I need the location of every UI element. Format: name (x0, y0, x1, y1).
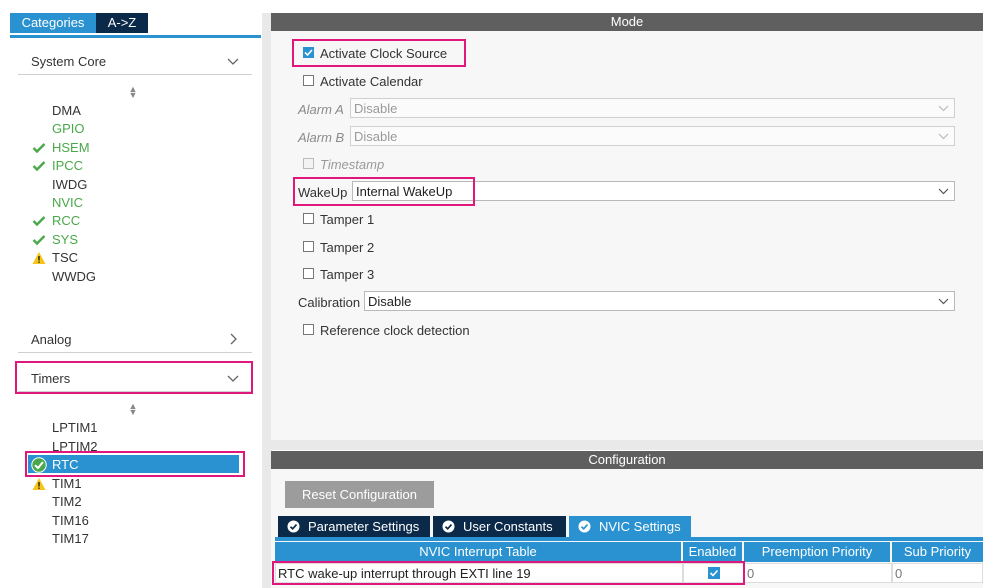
system-core-item-label: HSEM (52, 139, 90, 155)
calibration-label: Calibration (298, 295, 361, 310)
timers-item-label: LPTIM1 (52, 420, 98, 435)
chevron-down-icon (938, 133, 949, 140)
calibration-value: Disable (368, 294, 412, 309)
timers-item-label: LPTIM2 (52, 438, 98, 454)
check-icon (32, 216, 46, 227)
activate-calendar-label: Activate Calendar (320, 74, 423, 89)
tab-user-constants[interactable]: User Constants (433, 516, 566, 537)
timestamp-checkbox[interactable] (303, 158, 314, 169)
tamper-2-checkbox[interactable] (303, 241, 314, 252)
chevron-down-icon (227, 58, 239, 65)
wakeup-value: Internal WakeUp (356, 184, 453, 199)
tab-label: NVIC Settings (599, 519, 681, 534)
table-cell-preemption[interactable]: 0 (744, 563, 892, 583)
system-core-item-label: GPIO (52, 121, 85, 137)
category-analog[interactable]: Analog (18, 326, 252, 353)
chevron-down-icon (938, 105, 949, 112)
timestamp-label: Timestamp (320, 157, 385, 172)
chevron-down-icon (938, 188, 949, 195)
chevron-down-icon (227, 375, 239, 382)
calibration-select[interactable]: Disable (364, 291, 955, 311)
check-circle-icon (578, 520, 591, 533)
system-core-item-label: DMA (52, 103, 81, 118)
system-core-item-label: NVIC (52, 195, 84, 210)
wakeup-select[interactable]: Internal WakeUp (352, 181, 955, 201)
chevron-down-icon (938, 298, 949, 305)
activate-clock-source-checkbox[interactable] (303, 47, 314, 58)
check-icon (32, 234, 46, 245)
tamper-2-label: Tamper 2 (320, 240, 375, 255)
table-cell-enabled (683, 563, 744, 583)
alarm-b-value: Disable (354, 129, 398, 144)
sort-arrows-icon[interactable]: ▲ ▼ (128, 402, 138, 417)
reset-configuration-button[interactable]: Reset Configuration (285, 481, 434, 508)
reference-clock-checkbox[interactable] (303, 324, 314, 335)
activate-clock-source-label: Activate Clock Source (320, 46, 448, 61)
tab-label: User Constants (463, 519, 553, 534)
category-system-core[interactable]: System Core (18, 48, 252, 75)
alarm-b-select[interactable]: Disable (350, 126, 955, 146)
sort-arrows-icon[interactable]: ▲ ▼ (128, 85, 138, 100)
system-core-item-label: IWDG (52, 176, 88, 192)
tamper-3-label: Tamper 3 (320, 267, 375, 282)
tab-underline (10, 35, 261, 38)
check-circle-icon (287, 520, 300, 533)
mode-header: Mode (271, 13, 983, 31)
column-header-interrupt[interactable]: NVIC Interrupt Table (275, 542, 681, 562)
reference-clock-label: Reference clock detection (320, 323, 470, 338)
table-cell-sub-priority[interactable]: 0 (892, 563, 983, 583)
chevron-right-icon (230, 333, 237, 345)
tab-label: Parameter Settings (308, 519, 420, 534)
tamper-3-checkbox[interactable] (303, 268, 314, 279)
warning-icon (32, 477, 46, 490)
tab-nvic-settings[interactable]: NVIC Settings (569, 516, 691, 537)
timers-item-label: RTC (52, 457, 79, 472)
tamper-1-label: Tamper 1 (320, 212, 375, 227)
category-label: System Core (31, 54, 107, 69)
column-header-preemption[interactable]: Preemption Priority (744, 542, 890, 562)
timers-item-label: TIM17 (52, 531, 89, 546)
timers-item-label: TIM16 (52, 512, 89, 528)
system-core-item-label: IPCC (52, 158, 84, 174)
alarm-a-select[interactable]: Disable (350, 98, 955, 118)
category-timers[interactable]: Timers (18, 365, 252, 392)
alarm-a-label: Alarm A (298, 102, 344, 117)
system-core-item-label: TSC (52, 250, 78, 266)
wakeup-label: WakeUp (298, 185, 348, 200)
system-core-item-label: WWDG (52, 268, 97, 284)
system-core-item-label: RCC (52, 213, 81, 229)
alarm-b-label: Alarm B (298, 130, 345, 145)
check-circle-icon (31, 457, 47, 473)
tab-categories[interactable]: Categories (10, 13, 96, 33)
check-icon (32, 161, 46, 172)
system-core-item-label: SYS (52, 231, 79, 247)
tab-underline (275, 537, 983, 541)
alarm-a-value: Disable (354, 101, 398, 116)
tamper-1-checkbox[interactable] (303, 213, 314, 224)
check-icon (32, 142, 46, 153)
timers-item-label: TIM2 (52, 494, 82, 509)
activate-calendar-checkbox[interactable] (303, 75, 314, 86)
table-cell-interrupt: RTC wake-up interrupt through EXTI line … (275, 563, 683, 583)
check-circle-icon (442, 520, 455, 533)
tab-parameter-settings[interactable]: Parameter Settings (278, 516, 430, 537)
configuration-header: Configuration (271, 451, 983, 469)
column-header-enabled[interactable]: Enabled (683, 542, 742, 562)
timers-item-label: TIM1 (52, 475, 82, 491)
category-label: Timers (31, 371, 71, 386)
warning-icon (32, 252, 46, 265)
enabled-checkbox[interactable] (708, 567, 720, 579)
column-header-sub-priority[interactable]: Sub Priority (892, 542, 983, 562)
tab-a-z[interactable]: A->Z (96, 13, 148, 33)
category-label: Analog (31, 332, 72, 347)
horizontal-splitter[interactable] (271, 440, 983, 450)
mode-panel (271, 31, 983, 440)
